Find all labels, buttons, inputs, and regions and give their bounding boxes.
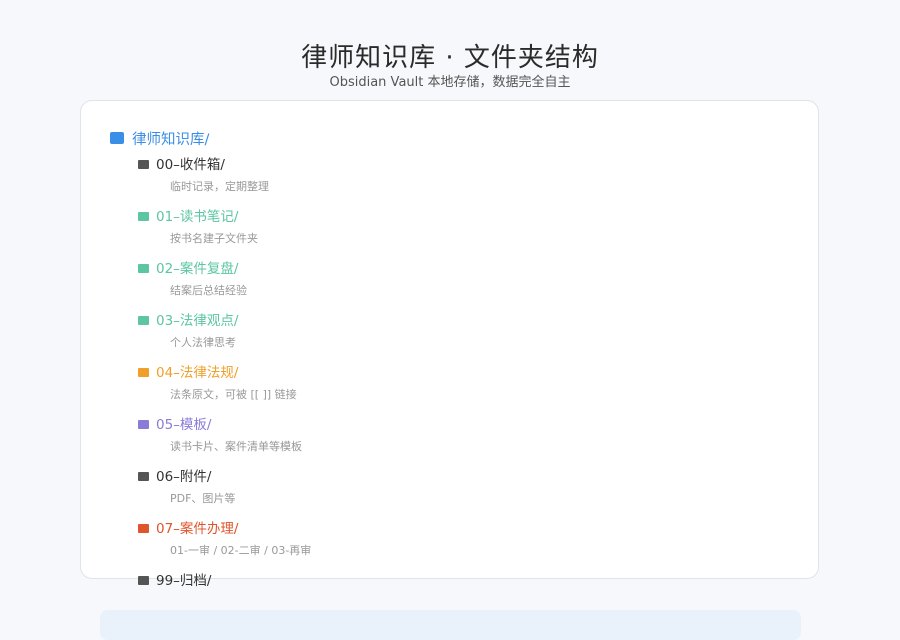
folder-icon bbox=[138, 160, 149, 169]
folder-description: 临时记录，定期整理 bbox=[170, 180, 269, 193]
folder-label: 03–法律观点/ bbox=[156, 313, 239, 329]
folder-description: 01-一审 / 02-二审 / 03-再审 bbox=[170, 544, 312, 557]
folder-icon bbox=[138, 472, 149, 481]
folder-label: 05–模板/ bbox=[156, 417, 212, 433]
page: { "header": { "title": "律师知识库 · 文件夹结构", … bbox=[0, 0, 900, 640]
folder-icon bbox=[138, 316, 149, 325]
folder-label: 06–附件/ bbox=[156, 469, 212, 485]
folder-label: 07–案件办理/ bbox=[156, 521, 239, 537]
header: 律师知识库 · 文件夹结构 Obsidian Vault 本地存储，数据完全自主 bbox=[0, 40, 900, 92]
folder-description: 法条原文，可被 [[ ]] 链接 bbox=[170, 388, 297, 401]
folder-description: 按书名建子文件夹 bbox=[170, 232, 258, 245]
folder-label: 04–法律法规/ bbox=[156, 365, 239, 381]
folder-icon bbox=[138, 264, 149, 273]
folder-description: PDF、图片等 bbox=[170, 492, 236, 505]
folder-label: 02–案件复盘/ bbox=[156, 261, 239, 277]
folder-description: 个人法律思考 bbox=[170, 336, 236, 349]
folder-icon bbox=[138, 576, 149, 585]
folder-label: 99–归档/ bbox=[156, 573, 212, 589]
folder-label: 00–收件箱/ bbox=[156, 157, 225, 173]
bottom-panel bbox=[100, 610, 801, 640]
page-subtitle: Obsidian Vault 本地存储，数据完全自主 bbox=[329, 75, 571, 90]
folder-icon bbox=[138, 524, 149, 533]
folder-icon bbox=[110, 132, 124, 144]
folder-icon bbox=[138, 420, 149, 429]
folder-description: 结案后总结经验 bbox=[170, 284, 247, 297]
folder-icon bbox=[138, 368, 149, 377]
folder-description: 读书卡片、案件清单等模板 bbox=[170, 440, 302, 453]
page-title: 律师知识库 · 文件夹结构 bbox=[301, 43, 599, 73]
folder-icon bbox=[138, 212, 149, 221]
tree-root-label: 律师知识库/ bbox=[132, 132, 210, 148]
folder-label: 01–读书笔记/ bbox=[156, 209, 239, 225]
